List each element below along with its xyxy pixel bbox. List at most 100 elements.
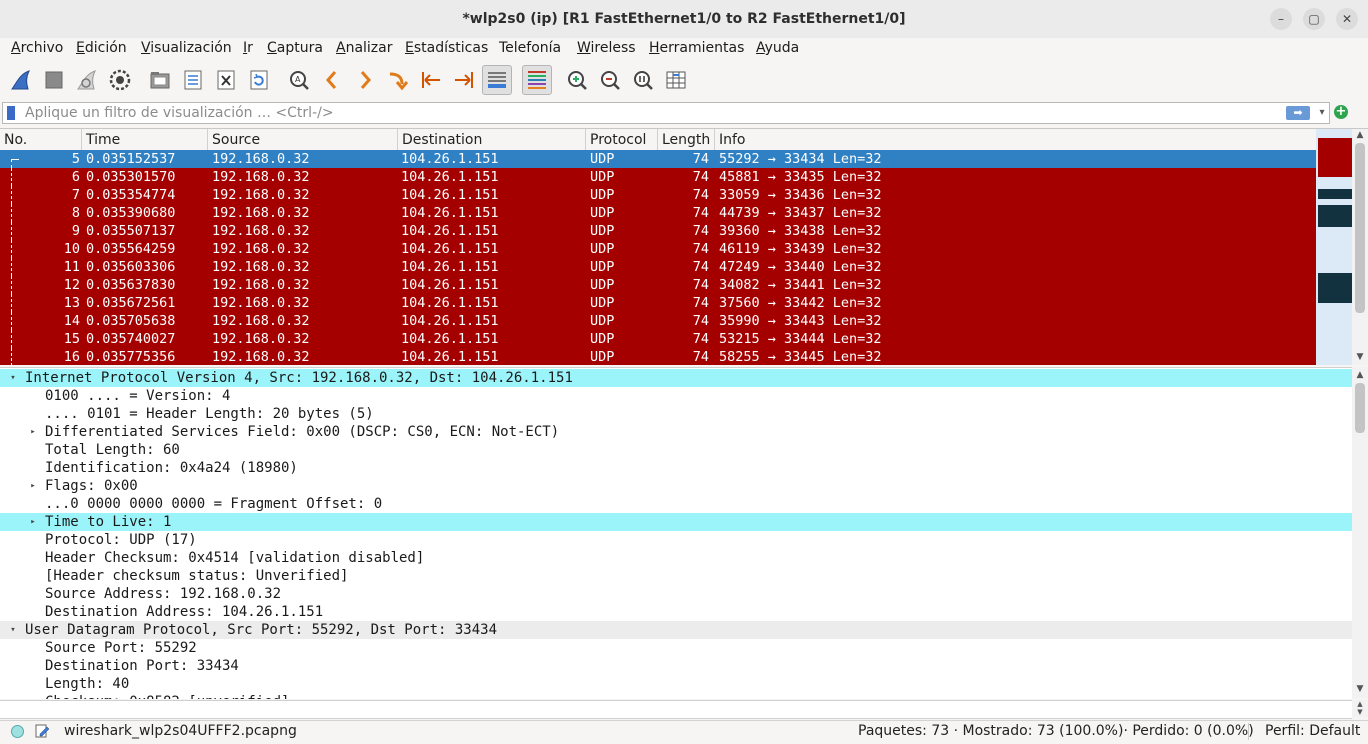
scroll-thumb[interactable] (1355, 143, 1365, 313)
menu-telefonia[interactable]: Telefonía (499, 40, 561, 56)
scroll-down-arrow-icon[interactable]: ▼ (1352, 683, 1368, 695)
maximize-button[interactable]: ▢ (1303, 8, 1325, 30)
detail-tree-item[interactable]: Total Length: 60 (0, 441, 1352, 459)
packet-row[interactable]: 10 0.035564259 192.168.0.32 104.26.1.151 UDP… (0, 240, 1316, 258)
detail-tree-item[interactable]: ...0 0000 0000 0000 = Fragment Offset: 0 (0, 495, 1352, 513)
packet-row[interactable]: 14 0.035705638 192.168.0.32 104.26.1.151 UDP… (0, 312, 1316, 330)
detail-tree-item[interactable]: Destination Port: 33434 (0, 657, 1352, 675)
autoscroll-toggle[interactable] (482, 65, 512, 95)
resize-columns-button[interactable] (661, 65, 691, 95)
details-scrollbar[interactable]: ▲ ▼ (1352, 367, 1368, 698)
apply-filter-button[interactable]: ➡ (1286, 106, 1310, 120)
packet-row[interactable]: 12 0.035637830 192.168.0.32 104.26.1.151 UDP… (0, 276, 1316, 294)
menu-visualizacion[interactable]: Visualización (141, 40, 232, 56)
detail-tree-item[interactable]: .... 0101 = Header Length: 20 bytes (5) (0, 405, 1352, 423)
detail-tree-item[interactable]: Source Port: 55292 (0, 639, 1352, 657)
detail-tree-item[interactable]: Length: 40 (0, 675, 1352, 693)
profile-label[interactable]: Perfil: Default (1265, 723, 1360, 739)
first-packet-button[interactable] (416, 65, 446, 95)
packet-row[interactable]: 9 0.035507137 192.168.0.32 104.26.1.151 UDP 7… (0, 222, 1316, 240)
scroll-down-arrow-icon[interactable]: ▼ (1352, 708, 1368, 716)
detail-tree-item[interactable]: ▾ Internet Protocol Version 4, Src: 192.1… (0, 369, 1352, 387)
add-filter-button[interactable]: + (1334, 105, 1348, 119)
filter-bookmark-icon[interactable] (7, 106, 15, 120)
menu-herramientas[interactable]: Herramientas (649, 40, 744, 56)
bytes-scrollbar[interactable]: ▲ ▼ (1352, 700, 1368, 717)
detail-tree-item[interactable]: Protocol: UDP (17) (0, 531, 1352, 549)
display-filter-input[interactable] (25, 104, 1265, 122)
column-header-no[interactable]: No. (0, 129, 82, 150)
menu-wireless[interactable]: Wireless (577, 40, 636, 56)
column-header-destination[interactable]: Destination (398, 129, 586, 150)
detail-tree-item[interactable]: 0100 .... = Version: 4 (0, 387, 1352, 405)
collapsed-arrow-icon[interactable]: ▸ (28, 513, 38, 531)
packet-cell-len: 74 (692, 349, 709, 365)
capture-options-button[interactable] (105, 65, 135, 95)
detail-tree-item[interactable]: [Header checksum status: Unverified] (0, 567, 1352, 585)
packet-list-scrollbar[interactable]: ▲ ▼ (1352, 129, 1368, 365)
restart-capture-button[interactable] (72, 65, 102, 95)
menu-estadisticas[interactable]: Estadísticas (405, 40, 488, 56)
detail-tree-item[interactable]: Identification: 0x4a24 (18980) (0, 459, 1352, 477)
packet-minimap[interactable] (1316, 129, 1352, 365)
collapsed-arrow-icon[interactable]: ▸ (28, 477, 38, 495)
detail-tree-item[interactable]: ▸ Differentiated Services Field: 0x00 (DS… (0, 423, 1352, 441)
column-header-info[interactable]: Info (715, 129, 1316, 150)
detail-tree-item[interactable]: Destination Address: 104.26.1.151 (0, 603, 1352, 621)
scroll-up-arrow-icon[interactable]: ▲ (1352, 369, 1368, 381)
go-to-packet-button[interactable] (383, 65, 413, 95)
start-capture-button[interactable] (6, 65, 36, 95)
reload-file-button[interactable] (244, 65, 274, 95)
expanded-arrow-icon[interactable]: ▾ (8, 369, 18, 387)
menu-analizar[interactable]: Analizar (336, 40, 393, 56)
save-file-button[interactable] (178, 65, 208, 95)
detail-tree-item[interactable]: ▾ User Datagram Protocol, Src Port: 55292… (0, 621, 1352, 639)
packet-bytes-pane[interactable] (0, 700, 1352, 719)
normal-size-button[interactable] (628, 65, 658, 95)
menu-archivo[interactable]: Archivo (11, 40, 63, 56)
minimize-button[interactable]: – (1270, 8, 1292, 30)
packet-row[interactable]: 6 0.035301570 192.168.0.32 104.26.1.151 UDP 7… (0, 168, 1316, 186)
column-header-length[interactable]: Length (658, 129, 715, 150)
filter-history-dropdown[interactable]: ▾ (1316, 104, 1328, 122)
stop-capture-button[interactable] (39, 65, 69, 95)
packet-cell-info: 47249 → 33440 Len=32 (719, 259, 882, 275)
last-packet-button[interactable] (449, 65, 479, 95)
menu-ir[interactable]: Ir (243, 40, 253, 56)
packet-row[interactable]: 16 0.035775356 192.168.0.32 104.26.1.151 UDP… (0, 348, 1316, 365)
packet-row[interactable]: 8 0.035390680 192.168.0.32 104.26.1.151 UDP 7… (0, 204, 1316, 222)
column-header-time[interactable]: Time (82, 129, 208, 150)
detail-tree-item[interactable]: ▸ Flags: 0x00 (0, 477, 1352, 495)
scroll-up-arrow-icon[interactable]: ▲ (1352, 129, 1368, 141)
column-header-protocol[interactable]: Protocol (586, 129, 658, 150)
zoom-out-button[interactable] (595, 65, 625, 95)
detail-tree-item[interactable]: ▸ Time to Live: 1 (0, 513, 1352, 531)
close-file-button[interactable] (211, 65, 241, 95)
zoom-in-button[interactable] (562, 65, 592, 95)
scroll-up-arrow-icon[interactable]: ▲ (1352, 700, 1368, 708)
packet-row[interactable]: 15 0.035740027 192.168.0.32 104.26.1.151 UDP… (0, 330, 1316, 348)
packet-row[interactable]: 13 0.035672561 192.168.0.32 104.26.1.151 UDP… (0, 294, 1316, 312)
packet-row[interactable]: 7 0.035354774 192.168.0.32 104.26.1.151 UDP 7… (0, 186, 1316, 204)
detail-tree-item[interactable]: Header Checksum: 0x4514 [validation disa… (0, 549, 1352, 567)
packet-cell-src: 192.168.0.32 (212, 277, 310, 293)
capture-comment-icon[interactable] (34, 723, 50, 739)
detail-tree-item[interactable]: Source Address: 192.168.0.32 (0, 585, 1352, 603)
close-window-button[interactable]: ✕ (1336, 8, 1358, 30)
packet-row[interactable]: 11 0.035603306 192.168.0.32 104.26.1.151 UDP… (0, 258, 1316, 276)
menu-ayuda[interactable]: Ayuda (756, 40, 799, 56)
go-back-button[interactable] (317, 65, 347, 95)
packet-row[interactable]: 5 0.035152537 192.168.0.32 104.26.1.151 UDP 7… (0, 150, 1316, 168)
menu-captura[interactable]: Captura (267, 40, 323, 56)
colorize-toggle[interactable] (522, 65, 552, 95)
collapsed-arrow-icon[interactable]: ▸ (28, 423, 38, 441)
column-header-source[interactable]: Source (208, 129, 398, 150)
go-forward-button[interactable] (350, 65, 380, 95)
expanded-arrow-icon[interactable]: ▾ (8, 621, 18, 639)
find-packet-button[interactable]: A (284, 65, 314, 95)
scroll-thumb[interactable] (1355, 383, 1365, 433)
open-file-button[interactable] (145, 65, 175, 95)
expert-info-led-icon[interactable] (11, 725, 24, 738)
scroll-down-arrow-icon[interactable]: ▼ (1352, 351, 1368, 363)
menu-edicion[interactable]: Edición (76, 40, 127, 56)
